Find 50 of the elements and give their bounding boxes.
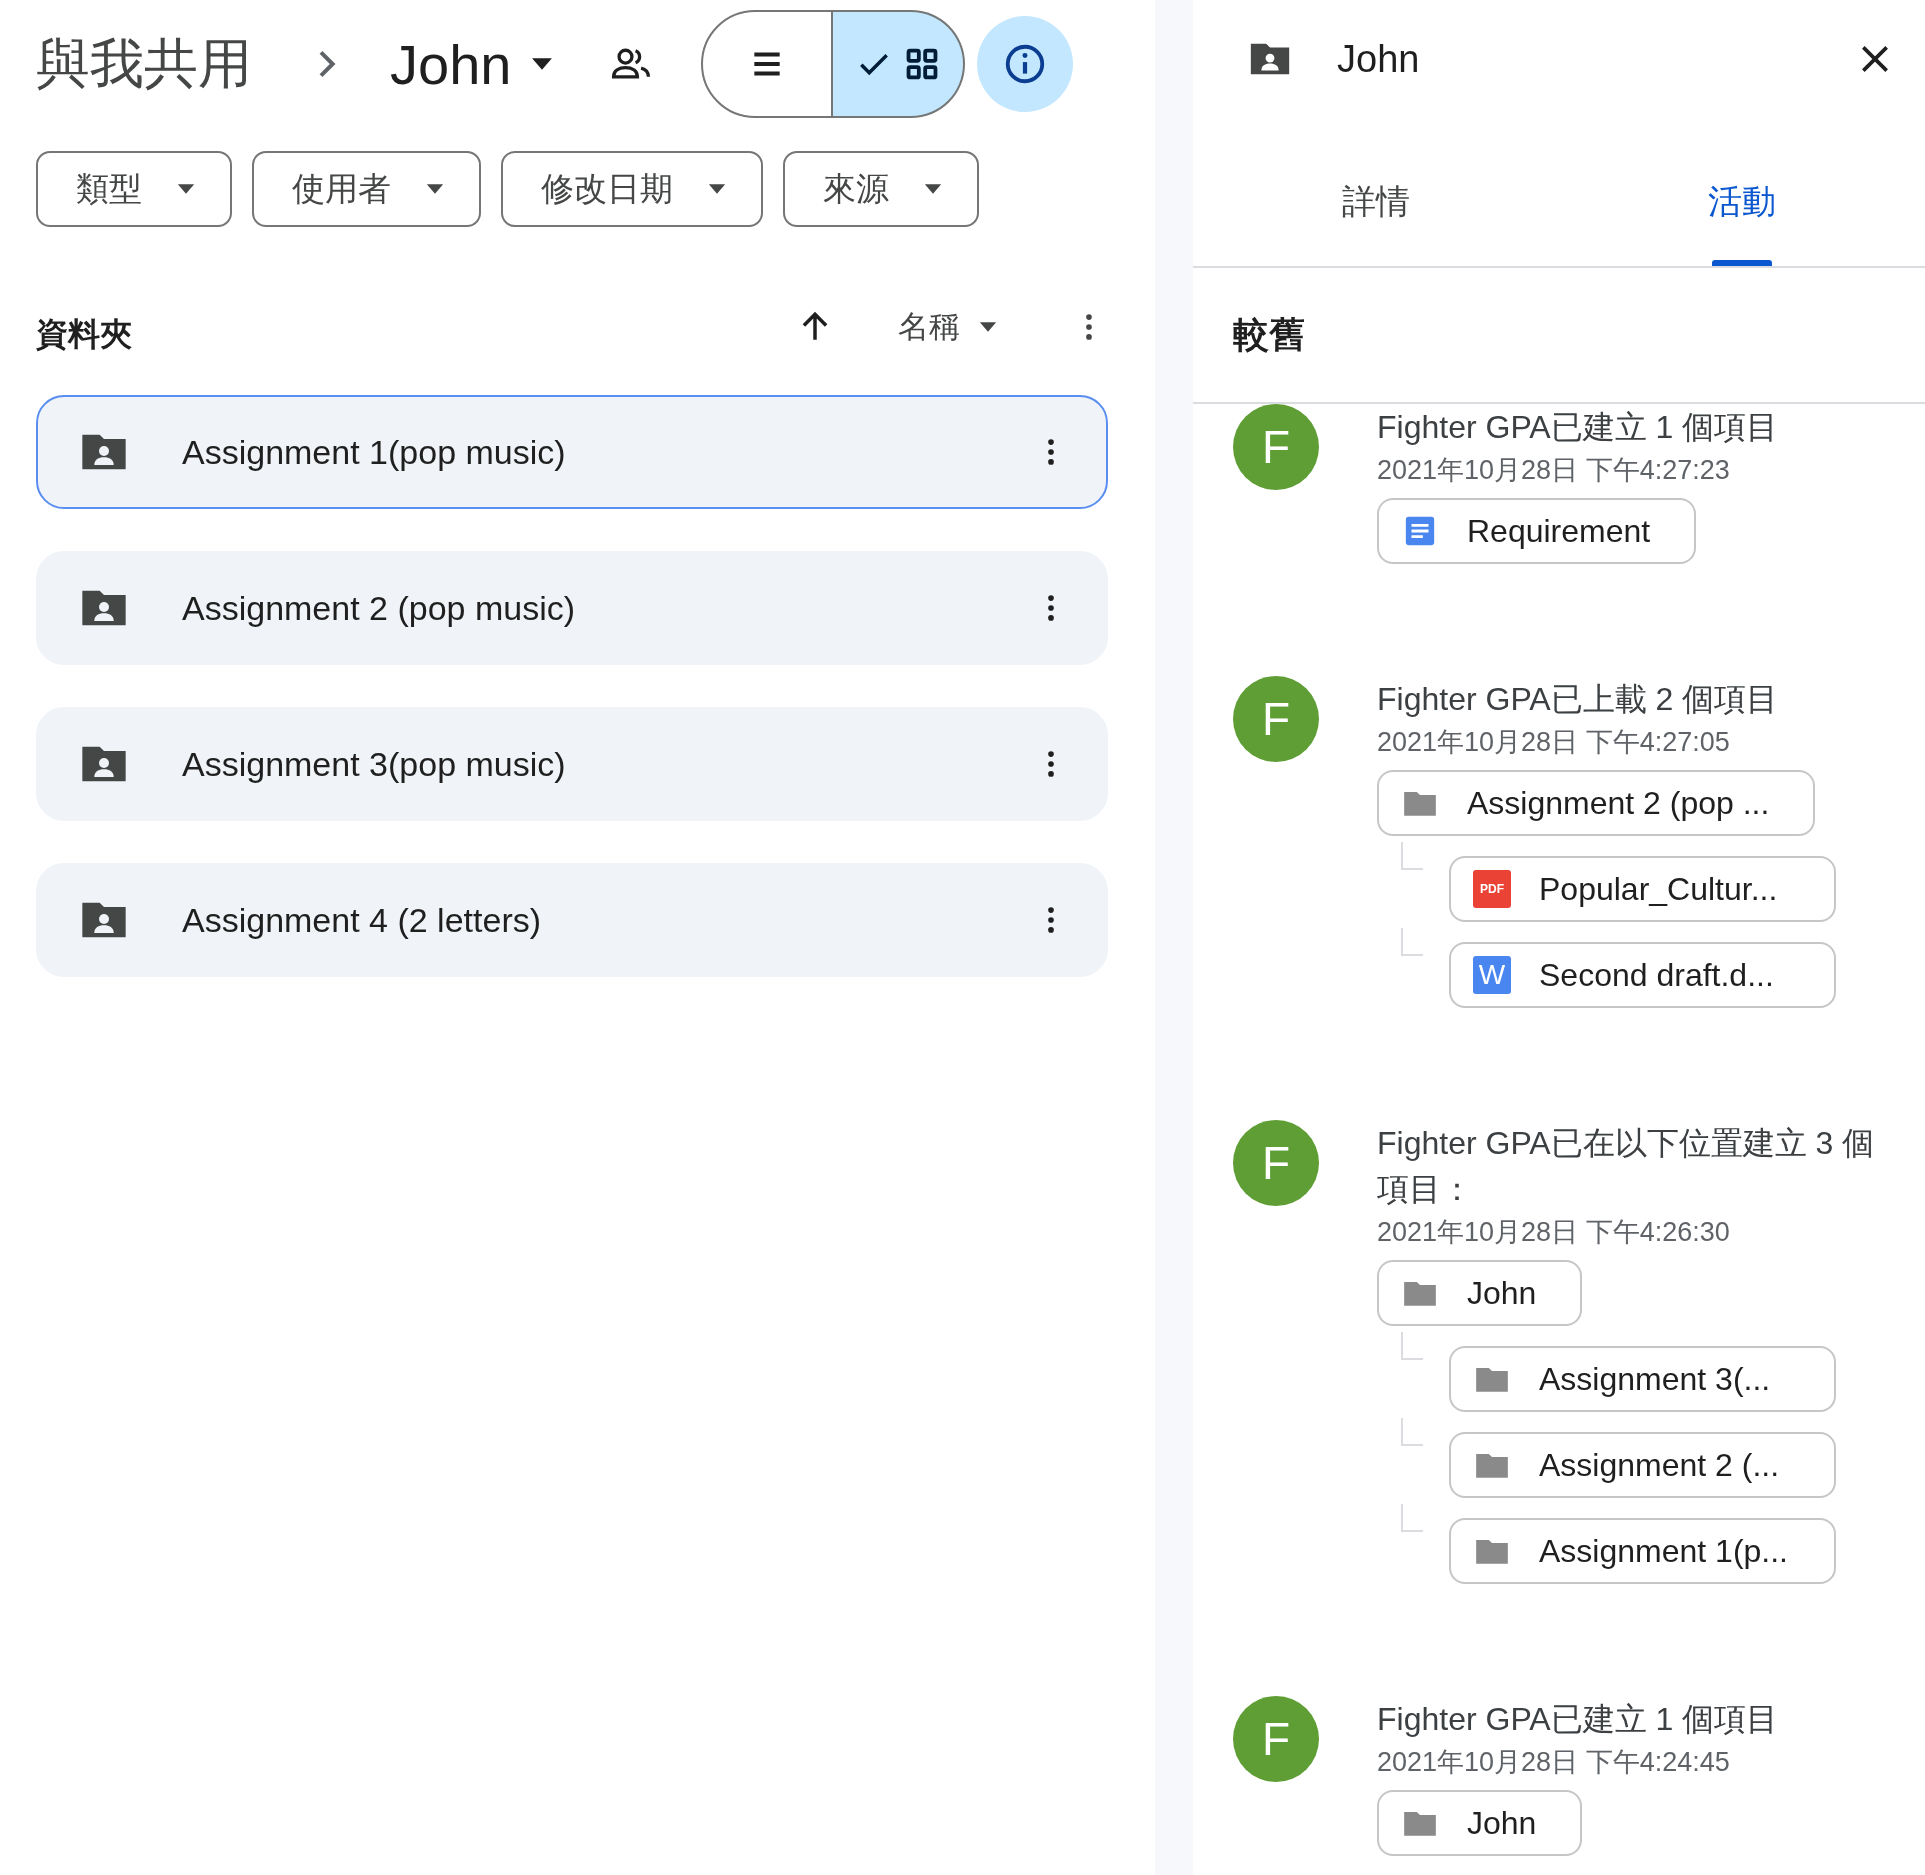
sort-dropdown[interactable]: 名稱 — [898, 306, 1002, 348]
panel-title: John — [1337, 37, 1420, 81]
folder-name: Assignment 4 (2 letters) — [182, 900, 542, 940]
activity-time: 2021年10月28日 下午4:26:30 — [1377, 1216, 1731, 1249]
tree-connector-line — [1401, 842, 1423, 870]
avatar: F — [1233, 1120, 1319, 1206]
breadcrumb-link[interactable]: 與我共用 — [36, 27, 252, 101]
tree-connector-line — [1401, 1332, 1423, 1360]
folder-name: Assignment 3(pop music) — [182, 744, 566, 784]
file-chip[interactable]: Assignment 2 (pop ... — [1377, 770, 1816, 836]
folder-title-dropdown[interactable]: John — [390, 31, 560, 97]
file-chip[interactable]: Assignment 3(... — [1449, 1346, 1836, 1412]
list-view-button[interactable] — [701, 10, 834, 118]
filter-dropdown[interactable]: 類型 — [36, 151, 232, 227]
folder-row[interactable]: Assignment 1(pop music) — [36, 395, 1108, 509]
tree-connector-line — [1401, 1418, 1423, 1446]
file-chip[interactable]: PDF Popular_Cultur... — [1449, 856, 1836, 922]
filter-dropdown[interactable]: 修改日期 — [501, 151, 763, 227]
panel-tab[interactable]: 活動 — [1559, 118, 1925, 266]
word-icon: W — [1473, 956, 1511, 994]
activity-title: Fighter GPA已在以下位置建立 3 個項目： — [1377, 1124, 1876, 1209]
panel-tab[interactable]: 詳情 — [1193, 118, 1559, 266]
tree-connector-line — [1401, 1504, 1423, 1532]
tree-connector-line — [1401, 928, 1423, 956]
activity-time: 2021年10月28日 下午4:24:45 — [1377, 1746, 1731, 1779]
avatar: F — [1233, 676, 1319, 762]
file-chip[interactable]: W Second draft.d... — [1449, 942, 1836, 1008]
folder-row[interactable]: Assignment 4 (2 letters) — [36, 863, 1108, 977]
filter-dropdown[interactable]: 來源 — [783, 151, 979, 227]
section-title: 資料夾 — [36, 315, 132, 354]
activity-title: Fighter GPA已上載 2 個項目 — [1377, 680, 1780, 719]
file-chip[interactable]: John — [1377, 1790, 1583, 1856]
avatar: F — [1233, 1696, 1319, 1782]
activity-title: Fighter GPA已建立 1 個項目 — [1377, 408, 1780, 447]
folder-row[interactable]: Assignment 3(pop music) — [36, 707, 1108, 821]
group-label: 較舊 — [1193, 268, 1925, 404]
file-chip[interactable]: John — [1377, 1260, 1583, 1326]
pdf-icon: PDF — [1473, 870, 1511, 908]
activity-time: 2021年10月28日 下午4:27:23 — [1377, 454, 1731, 487]
file-chip[interactable]: Assignment 2 (... — [1449, 1432, 1836, 1498]
avatar: F — [1233, 404, 1319, 490]
folder-row[interactable]: Assignment 2 (pop music) — [36, 551, 1108, 665]
activity-time: 2021年10月28日 下午4:27:05 — [1377, 726, 1731, 759]
activity-title: Fighter GPA已建立 1 個項目 — [1377, 1700, 1780, 1739]
folder-name: Assignment 1(pop music) — [182, 432, 566, 472]
folder-name: Assignment 2 (pop music) — [182, 588, 576, 628]
grid-view-button[interactable] — [833, 10, 966, 118]
file-chip[interactable]: Assignment 1(p... — [1449, 1518, 1836, 1584]
file-chip[interactable]: Requirement — [1377, 498, 1697, 564]
filter-dropdown[interactable]: 使用者 — [252, 151, 481, 227]
